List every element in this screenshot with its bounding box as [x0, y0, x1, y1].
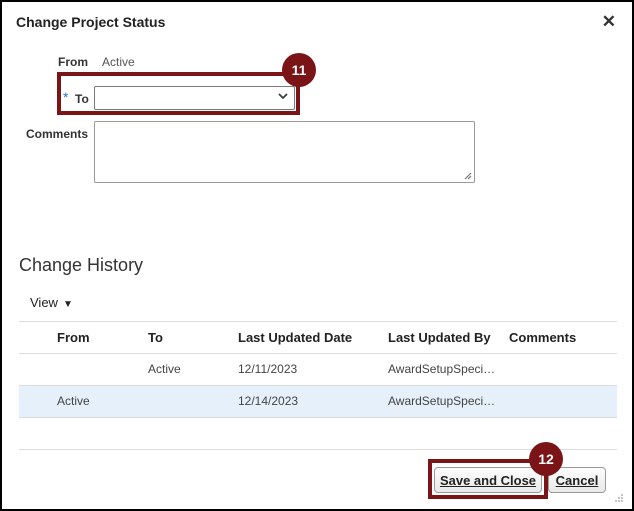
- step-12-badge: 12: [529, 442, 563, 476]
- view-menu-label: View: [30, 295, 58, 310]
- table-header-row: From To Last Updated Date Last Updated B…: [19, 321, 617, 354]
- from-label: From: [58, 55, 88, 69]
- column-header-comments[interactable]: Comments: [509, 322, 576, 353]
- cell-updated-by: AwardSetupSpeci…: [388, 394, 496, 408]
- step-11-highlight: [57, 72, 300, 115]
- comments-textarea[interactable]: [94, 121, 475, 183]
- dialog-title: Change Project Status: [16, 14, 166, 30]
- table-row[interactable]: Active 12/11/2023 AwardSetupSpeci…: [19, 354, 617, 386]
- from-value: Active: [102, 55, 135, 69]
- change-history-table: From To Last Updated Date Last Updated B…: [19, 321, 617, 418]
- view-menu-button[interactable]: View ▼: [30, 295, 73, 310]
- cell-date: 12/14/2023: [238, 394, 299, 408]
- column-header-last-updated-date[interactable]: Last Updated Date: [238, 322, 352, 353]
- cell-updated-by: AwardSetupSpeci…: [388, 362, 496, 376]
- dialog-resize-grip-icon[interactable]: [614, 493, 624, 503]
- comments-label: Comments: [26, 127, 89, 141]
- column-header-last-updated-by[interactable]: Last Updated By: [388, 322, 491, 353]
- resize-grip-icon[interactable]: [464, 172, 472, 180]
- table-row-selected[interactable]: Active 12/14/2023 AwardSetupSpeci…: [19, 386, 617, 418]
- cell-date: 12/11/2023: [238, 362, 298, 376]
- caret-down-icon: ▼: [62, 299, 73, 310]
- column-header-to[interactable]: To: [148, 322, 163, 353]
- column-header-from[interactable]: From: [57, 322, 90, 353]
- footer-divider: [19, 449, 617, 450]
- cancel-label: Cancel: [555, 472, 599, 488]
- close-icon[interactable]: ✕: [602, 12, 616, 32]
- cell-from: Active: [57, 394, 90, 408]
- change-history-title: Change History: [19, 255, 144, 275]
- step-11-badge: 11: [282, 53, 316, 87]
- change-project-status-dialog: Change Project Status ✕ From Active * To…: [0, 0, 634, 511]
- cell-to: Active: [148, 362, 181, 376]
